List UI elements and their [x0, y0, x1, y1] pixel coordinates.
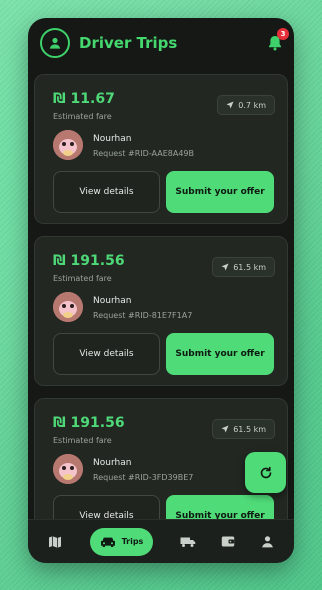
fare-amount: ₪ 191.56	[53, 415, 125, 431]
bottom-navigation: Trips	[28, 519, 294, 563]
app-header: Driver Trips 3	[28, 18, 294, 68]
distance-value: 61.5 km	[233, 424, 266, 434]
app-window: Driver Trips 3 ₪ 11.67 Estimated fare 0.…	[28, 18, 294, 563]
nav-profile[interactable]	[252, 535, 282, 548]
submit-offer-button[interactable]: Submit your offer	[166, 171, 274, 213]
rider-photo	[53, 292, 83, 322]
request-id: Request #RID-AAE8A49B	[93, 149, 194, 158]
notifications-button[interactable]: 3	[266, 28, 289, 52]
request-id: Request #RID-81E7F1A7	[93, 311, 193, 320]
rider-avatar	[53, 454, 83, 484]
navigation-arrow-icon	[221, 263, 229, 271]
profile-avatar-button[interactable]	[40, 28, 70, 58]
nav-trips-pill: Trips	[89, 527, 154, 556]
rider-avatar	[53, 292, 83, 322]
fare-amount: ₪ 11.67	[53, 91, 115, 107]
page-title: Driver Trips	[79, 34, 178, 52]
car-icon	[100, 537, 115, 547]
trip-card: ₪ 191.56 Estimated fare 61.5 km Nourhan …	[34, 236, 288, 386]
distance-value: 61.5 km	[233, 262, 266, 272]
refresh-button[interactable]	[245, 452, 286, 493]
trip-card: ₪ 11.67 Estimated fare 0.7 km Nourhan Re…	[34, 74, 288, 224]
nav-wallet[interactable]	[213, 535, 243, 548]
distance-value: 0.7 km	[238, 100, 266, 110]
rider-name: Nourhan	[93, 134, 132, 144]
navigation-arrow-icon	[221, 425, 229, 433]
notification-badge: 3	[277, 28, 289, 40]
person-icon	[261, 536, 273, 548]
nav-deliveries[interactable]	[173, 536, 203, 548]
fare-label: Estimated fare	[53, 112, 112, 121]
map-icon	[48, 535, 61, 548]
rider-name: Nourhan	[93, 458, 132, 468]
request-id: Request #RID-3FD39BE7	[93, 473, 194, 482]
nav-trips[interactable]: Trips	[89, 527, 154, 556]
fare-label: Estimated fare	[53, 274, 112, 283]
wallet-icon	[221, 536, 234, 547]
distance-badge: 61.5 km	[212, 257, 275, 277]
submit-offer-button[interactable]: Submit your offer	[166, 333, 274, 375]
user-icon	[49, 37, 61, 49]
refresh-icon	[260, 466, 271, 478]
rider-photo	[53, 130, 83, 160]
rider-photo	[53, 454, 83, 484]
view-details-button[interactable]: View details	[53, 333, 160, 375]
truck-icon	[180, 537, 196, 547]
navigation-arrow-icon	[226, 101, 234, 109]
nav-trips-label: Trips	[121, 537, 144, 546]
rider-avatar	[53, 130, 83, 160]
rider-name: Nourhan	[93, 296, 132, 306]
nav-map[interactable]	[40, 535, 70, 549]
distance-badge: 61.5 km	[212, 419, 275, 439]
fare-amount: ₪ 191.56	[53, 253, 125, 269]
view-details-button[interactable]: View details	[53, 171, 160, 213]
fare-label: Estimated fare	[53, 436, 112, 445]
distance-badge: 0.7 km	[217, 95, 275, 115]
